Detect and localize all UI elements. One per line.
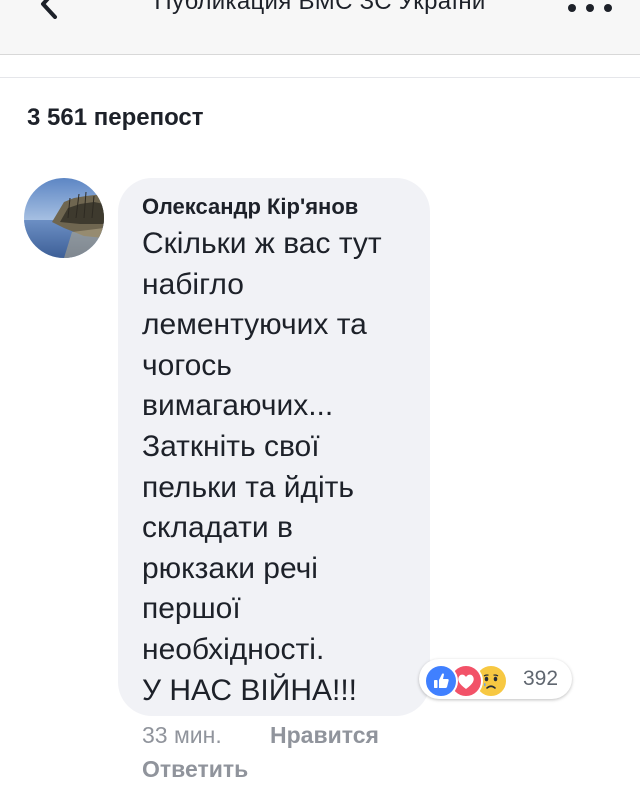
chevron-left-icon xyxy=(38,0,62,24)
more-options-button[interactable] xyxy=(568,0,612,18)
comment-text-line: вимагаючих... xyxy=(142,389,334,423)
avatar[interactable] xyxy=(24,178,104,258)
back-button[interactable] xyxy=(30,0,70,26)
reply-button[interactable]: Ответить xyxy=(142,756,248,783)
like-icon xyxy=(424,664,458,698)
like-button[interactable]: Нравится xyxy=(270,722,379,749)
section-divider xyxy=(0,77,640,78)
avatar-photo xyxy=(24,178,104,258)
comment-text-line: набігло xyxy=(142,267,244,301)
page-title: Публикация ВМС ЗС України xyxy=(154,0,486,15)
more-dot xyxy=(604,4,612,12)
comment-text-line: Заткніть свої xyxy=(142,429,320,463)
comment-text-line: необхідності. xyxy=(142,632,325,666)
reactions-summary[interactable]: 392 xyxy=(419,659,572,699)
more-dot xyxy=(586,4,594,12)
comment-author-name[interactable]: Олександр Кір'янов xyxy=(142,194,358,220)
comment-text-line: У НАС ВІЙНА!!! xyxy=(142,673,357,707)
comment-text-line: пельки та йдіть xyxy=(142,470,355,504)
comment-text-line: Скільки ж вас тут xyxy=(142,227,382,260)
comment-screen: Публикация ВМС ЗС України 3 561 перепост xyxy=(0,0,640,788)
more-dots-icon xyxy=(568,4,576,12)
reactions-count: 392 xyxy=(523,667,559,690)
comment-text-line: складати в xyxy=(142,511,293,545)
comment-timestamp: 33 мин. xyxy=(142,722,222,748)
comment-text-line: чогось xyxy=(142,348,232,382)
comment-text-line: першої xyxy=(142,592,241,626)
shares-count-link[interactable]: 3 561 перепост xyxy=(27,104,204,132)
comment-text-line: лементуючих та xyxy=(142,308,367,342)
comment-text-line: рюкзаки речі xyxy=(142,551,318,585)
comment-text: Скільки ж вас тут набігло лементуючих та… xyxy=(142,224,422,711)
top-nav-bar: Публикация ВМС ЗС України xyxy=(0,0,640,55)
